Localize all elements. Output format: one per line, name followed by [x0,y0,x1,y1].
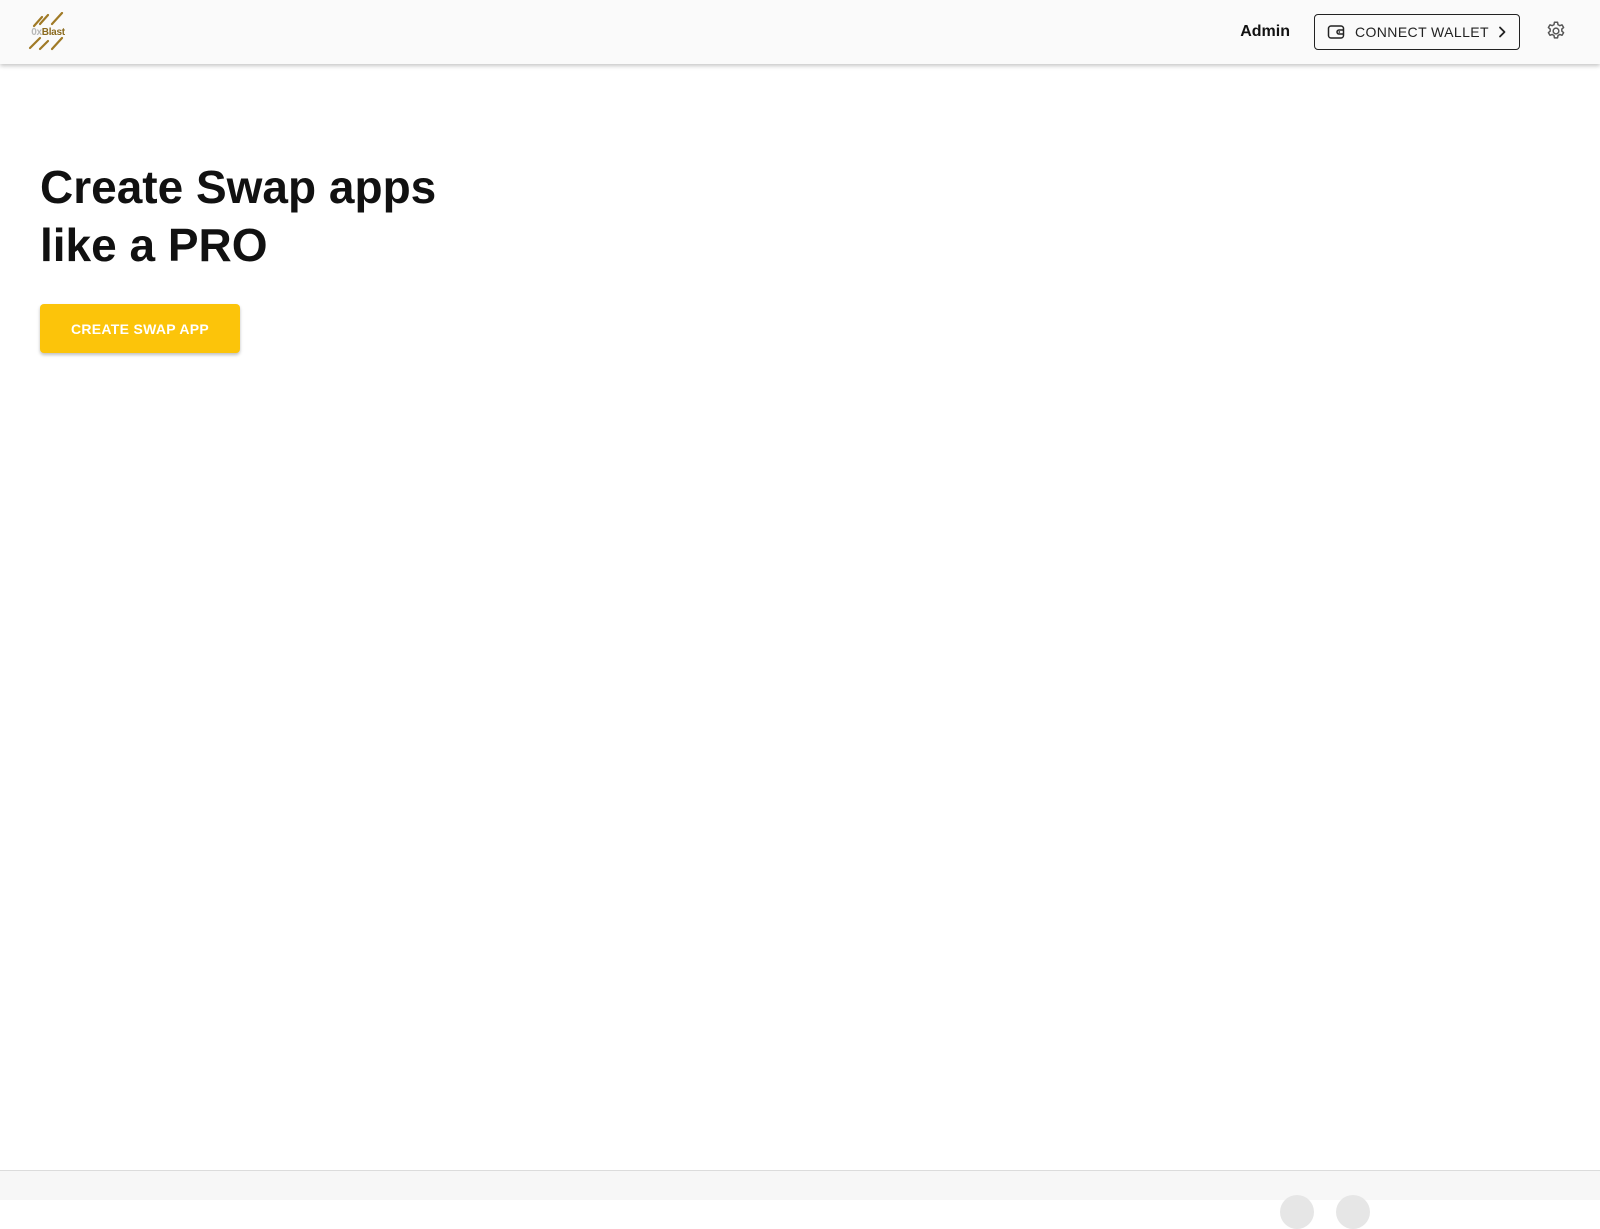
create-swap-app-button[interactable]: CREATE SWAP APP [40,304,240,353]
connect-wallet-button[interactable]: CONNECT WALLET [1314,14,1520,50]
chevron-right-icon [1495,25,1509,39]
logo-text-0x: 0x [31,26,42,38]
hero-title: Create Swap apps like a PRO [40,158,460,274]
hero-section: Create Swap apps like a PRO CREATE SWAP … [40,158,460,353]
connect-wallet-label: CONNECT WALLET [1355,24,1489,40]
app-bar: 0xBlast Admin CONNECT WALLET [0,0,1600,64]
admin-link[interactable]: Admin [1240,23,1290,41]
logo-text-blast: Blast [41,26,65,38]
wallet-icon [1327,23,1345,41]
footer [0,1170,1600,1229]
gear-icon [1545,20,1567,45]
logo[interactable]: 0xBlast [26,12,70,52]
footer-social-icon[interactable] [1336,1195,1370,1229]
settings-button[interactable] [1536,12,1576,52]
hero-title-line-1: Create Swap apps [40,161,437,213]
hero-title-line-2: like a PRO [40,219,268,271]
footer-social-icon[interactable] [1280,1195,1314,1229]
logo-text: 0xBlast [31,26,65,38]
